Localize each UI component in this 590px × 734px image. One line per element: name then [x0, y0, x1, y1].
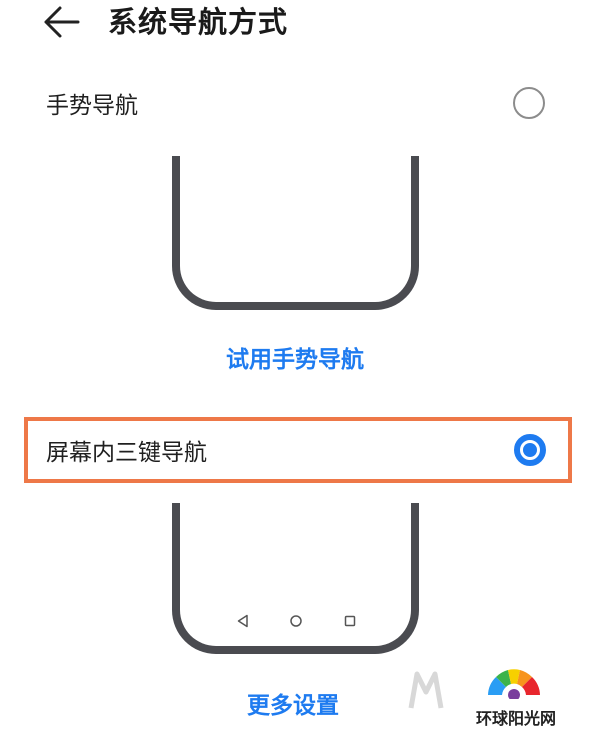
page-title: 系统导航方式	[108, 5, 289, 39]
three-key-navigation-label: 屏幕内三键导航	[46, 440, 207, 466]
gesture-navigation-option[interactable]: 手势导航	[24, 70, 572, 136]
back-arrow-icon	[44, 6, 80, 38]
site-name-watermark: 环球阳光网	[475, 709, 556, 728]
app-header: 系统导航方式	[0, 0, 590, 50]
rainbow-sun-logo	[488, 669, 540, 699]
try-gesture-navigation-link[interactable]: 试用手势导航	[0, 340, 590, 374]
circle-home-icon	[290, 615, 302, 627]
three-key-navigation-radio[interactable]	[514, 434, 546, 466]
gesture-navigation-label: 手势导航	[46, 93, 138, 119]
gesture-phone-illustration	[172, 156, 419, 310]
watermark-m-logo	[408, 671, 444, 709]
nav-keys-bar	[180, 614, 411, 628]
square-recent-icon	[344, 615, 356, 627]
back-button[interactable]	[42, 4, 82, 40]
three-key-navigation-option[interactable]: 屏幕内三键导航	[24, 417, 572, 483]
gesture-navigation-radio[interactable]	[513, 87, 545, 119]
three-key-phone-illustration	[172, 503, 419, 654]
triangle-back-icon	[237, 614, 248, 628]
